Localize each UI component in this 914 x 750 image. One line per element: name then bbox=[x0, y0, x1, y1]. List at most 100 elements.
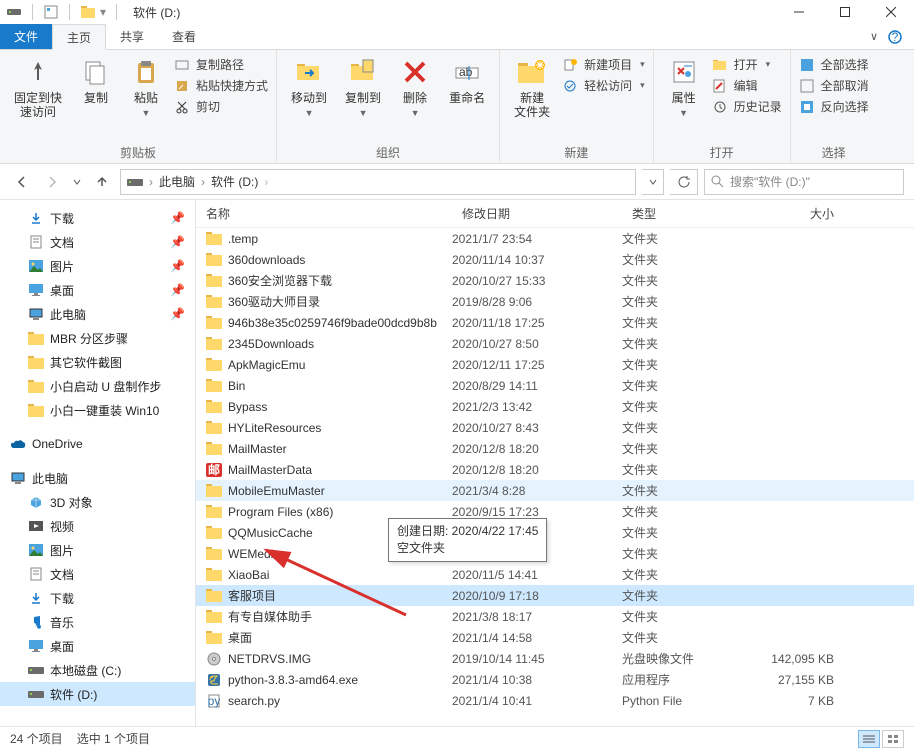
properties-button[interactable]: 属性▼ bbox=[662, 54, 706, 120]
file-row[interactable]: 2345Downloads2020/10/27 8:50文件夹 bbox=[196, 333, 914, 354]
tab-share[interactable]: 共享 bbox=[106, 24, 158, 49]
3d-icon bbox=[28, 494, 44, 510]
ribbon-collapse-icon[interactable]: ∨ bbox=[870, 30, 878, 43]
sidebar-item[interactable]: 小白启动 U 盘制作步 bbox=[0, 374, 195, 398]
file-row[interactable]: 邮MailMasterData2020/12/8 18:20文件夹 bbox=[196, 459, 914, 480]
paste-button[interactable]: 粘贴 ▼ bbox=[124, 54, 168, 120]
select-all-button[interactable]: 全部选择 bbox=[799, 56, 869, 73]
column-headers[interactable]: 名称 修改日期 类型 大小 bbox=[196, 200, 914, 228]
file-row[interactable]: Bin2020/8/29 14:11文件夹 bbox=[196, 375, 914, 396]
sidebar-item[interactable]: 下载📌 bbox=[0, 206, 195, 230]
file-row[interactable]: 360驱动大师目录2019/8/28 9:06文件夹 bbox=[196, 291, 914, 312]
file-row[interactable]: WEMedia文件夹 bbox=[196, 543, 914, 564]
move-to-button[interactable]: 移动到▼ bbox=[285, 54, 333, 120]
folder-icon bbox=[206, 378, 222, 394]
folder-icon[interactable] bbox=[80, 4, 96, 20]
mail-icon: 邮 bbox=[206, 462, 222, 478]
folder-icon bbox=[206, 525, 222, 541]
sidebar-item[interactable]: 桌面 bbox=[0, 634, 195, 658]
tab-view[interactable]: 查看 bbox=[158, 24, 210, 49]
sidebar-item[interactable]: 小白一键重装 Win10 bbox=[0, 398, 195, 422]
file-row[interactable]: 360安全浏览器下载2020/10/27 15:33文件夹 bbox=[196, 270, 914, 291]
column-type[interactable]: 类型 bbox=[622, 205, 744, 222]
file-date: 2020/10/27 15:33 bbox=[452, 274, 622, 288]
file-row[interactable]: ApkMagicEmu2020/12/11 17:25文件夹 bbox=[196, 354, 914, 375]
view-icons-button[interactable] bbox=[882, 730, 904, 748]
refresh-button[interactable] bbox=[670, 169, 698, 195]
new-item-button[interactable]: 新建项目▾ bbox=[562, 56, 645, 73]
breadcrumb-current[interactable]: 软件 (D:) bbox=[211, 173, 258, 190]
file-row[interactable]: MobileEmuMaster2021/3/4 8:28文件夹 bbox=[196, 480, 914, 501]
sidebar-item[interactable]: 此电脑📌 bbox=[0, 302, 195, 326]
delete-button[interactable]: 删除▼ bbox=[393, 54, 437, 120]
sidebar-item[interactable]: 下载 bbox=[0, 586, 195, 610]
column-name[interactable]: 名称 bbox=[196, 205, 452, 222]
file-row[interactable]: 桌面2021/1/4 14:58文件夹 bbox=[196, 627, 914, 648]
file-row[interactable]: QQMusicCache04文件夹 bbox=[196, 522, 914, 543]
file-row[interactable]: pysearch.py2021/1/4 10:41Python File7 KB bbox=[196, 690, 914, 711]
paste-shortcut-button[interactable]: 粘贴快捷方式 bbox=[174, 77, 268, 94]
search-placeholder: 搜索"软件 (D:)" bbox=[730, 173, 810, 190]
sidebar-item[interactable]: 本地磁盘 (C:) bbox=[0, 658, 195, 682]
pin-to-quick-access-button[interactable]: 固定到快 速访问 bbox=[8, 54, 68, 122]
easy-access-button[interactable]: 轻松访问▾ bbox=[562, 77, 645, 94]
folder-icon bbox=[206, 609, 222, 625]
maximize-button[interactable] bbox=[822, 0, 868, 24]
file-row[interactable]: 946b38e35c0259746f9bade00dcd9b8b2020/11/… bbox=[196, 312, 914, 333]
sidebar-item[interactable]: MBR 分区步骤 bbox=[0, 326, 195, 350]
forward-button[interactable] bbox=[40, 170, 64, 194]
sidebar-item[interactable]: 3D 对象 bbox=[0, 490, 195, 514]
file-row[interactable]: 客服项目2020/10/9 17:18文件夹 bbox=[196, 585, 914, 606]
sidebar-item[interactable]: 图片 bbox=[0, 538, 195, 562]
search-input[interactable]: 搜索"软件 (D:)" bbox=[704, 169, 904, 195]
path-dropdown-icon[interactable] bbox=[642, 169, 664, 195]
column-size[interactable]: 大小 bbox=[744, 205, 854, 222]
sidebar-item[interactable]: 桌面📌 bbox=[0, 278, 195, 302]
file-date: 2020/11/5 14:41 bbox=[452, 568, 622, 582]
close-button[interactable] bbox=[868, 0, 914, 24]
file-row[interactable]: 有专自媒体助手2021/3/8 18:17文件夹 bbox=[196, 606, 914, 627]
copy-button[interactable]: 复制 bbox=[74, 54, 118, 107]
file-row[interactable]: MailMaster2020/12/8 18:20文件夹 bbox=[196, 438, 914, 459]
qat-dropdown-icon[interactable]: ▾ bbox=[100, 5, 106, 19]
history-button[interactable]: 历史记录 bbox=[712, 98, 782, 115]
file-row[interactable]: 360downloads2020/11/14 10:37文件夹 bbox=[196, 249, 914, 270]
file-row[interactable]: python-3.8.3-amd64.exe2021/1/4 10:38应用程序… bbox=[196, 669, 914, 690]
help-icon[interactable]: ? bbox=[888, 30, 902, 44]
column-date[interactable]: 修改日期 bbox=[452, 205, 622, 222]
select-none-button[interactable]: 全部取消 bbox=[799, 77, 869, 94]
back-button[interactable] bbox=[10, 170, 34, 194]
sidebar-item[interactable]: 文档📌 bbox=[0, 230, 195, 254]
breadcrumb[interactable]: › 此电脑 › 软件 (D:) › bbox=[120, 169, 636, 195]
recent-dropdown-icon[interactable] bbox=[70, 170, 84, 194]
copy-path-button[interactable]: 复制路径 bbox=[174, 56, 268, 73]
new-folder-button[interactable]: 新建 文件夹 bbox=[508, 54, 556, 122]
file-row[interactable]: HYLiteResources2020/10/27 8:43文件夹 bbox=[196, 417, 914, 438]
invert-selection-button[interactable]: 反向选择 bbox=[799, 98, 869, 115]
sidebar-onedrive[interactable]: OneDrive bbox=[0, 432, 195, 456]
sidebar-item[interactable]: 文档 bbox=[0, 562, 195, 586]
breadcrumb-thispc[interactable]: 此电脑 bbox=[159, 173, 195, 190]
file-row[interactable]: Program Files (x86)2020/9/15 17:23文件夹 bbox=[196, 501, 914, 522]
sidebar-thispc[interactable]: 此电脑 bbox=[0, 466, 195, 490]
cut-button[interactable]: 剪切 bbox=[174, 98, 268, 115]
file-row[interactable]: XiaoBai2020/11/5 14:41文件夹 bbox=[196, 564, 914, 585]
sidebar-item[interactable]: 其它软件截图 bbox=[0, 350, 195, 374]
tab-home[interactable]: 主页 bbox=[52, 24, 106, 50]
rename-button[interactable]: ab 重命名 bbox=[443, 54, 491, 107]
tab-file[interactable]: 文件 bbox=[0, 24, 52, 49]
file-row[interactable]: Bypass2021/2/3 13:42文件夹 bbox=[196, 396, 914, 417]
file-row[interactable]: NETDRVS.IMG2019/10/14 11:45光盘映像文件142,095… bbox=[196, 648, 914, 669]
sidebar-item[interactable]: 视频 bbox=[0, 514, 195, 538]
edit-button[interactable]: 编辑 bbox=[712, 77, 782, 94]
minimize-button[interactable] bbox=[776, 0, 822, 24]
up-button[interactable] bbox=[90, 170, 114, 194]
sidebar-item[interactable]: 图片📌 bbox=[0, 254, 195, 278]
file-row[interactable]: .temp2021/1/7 23:54文件夹 bbox=[196, 228, 914, 249]
qat-properties-icon[interactable] bbox=[43, 4, 59, 20]
sidebar-item[interactable]: 软件 (D:) bbox=[0, 682, 195, 706]
open-button[interactable]: 打开▾ bbox=[712, 56, 782, 73]
copy-to-button[interactable]: 复制到▼ bbox=[339, 54, 387, 120]
sidebar-item[interactable]: 音乐 bbox=[0, 610, 195, 634]
view-details-button[interactable] bbox=[858, 730, 880, 748]
